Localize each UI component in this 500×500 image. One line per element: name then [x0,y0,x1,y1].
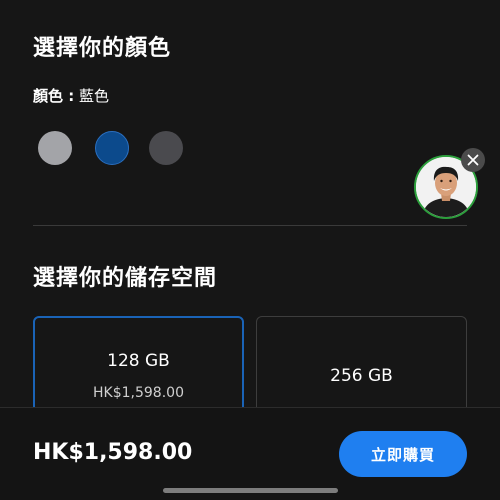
close-icon [467,154,479,166]
close-avatar-button[interactable] [461,148,485,172]
storage-price: HK$1,598.00 [93,385,184,401]
storage-capacity: 128 GB [107,351,170,371]
color-label-key: 顏色 : [33,87,75,105]
product-options-page: 選擇你的顏色 顏色 : 藍色 選擇你的儲存空間 128 GB HK$1,598.… [0,0,500,500]
total-price: HK$1,598.00 [33,440,193,465]
buy-now-button[interactable]: 立即購買 [339,431,467,477]
storage-capacity: 256 GB [330,366,393,386]
selected-color-label: 顏色 : 藍色 [33,85,109,106]
storage-section-title: 選擇你的儲存空間 [33,266,218,291]
home-indicator[interactable] [163,488,338,493]
color-swatch-blue[interactable] [95,131,129,165]
checkout-bar: HK$1,598.00 立即購買 [0,407,500,500]
color-section-title: 選擇你的顏色 [33,36,172,61]
section-divider [33,225,467,226]
color-swatch-graphite[interactable] [149,131,183,165]
color-label-value: 藍色 [79,87,110,105]
color-swatch-silver[interactable] [38,131,72,165]
